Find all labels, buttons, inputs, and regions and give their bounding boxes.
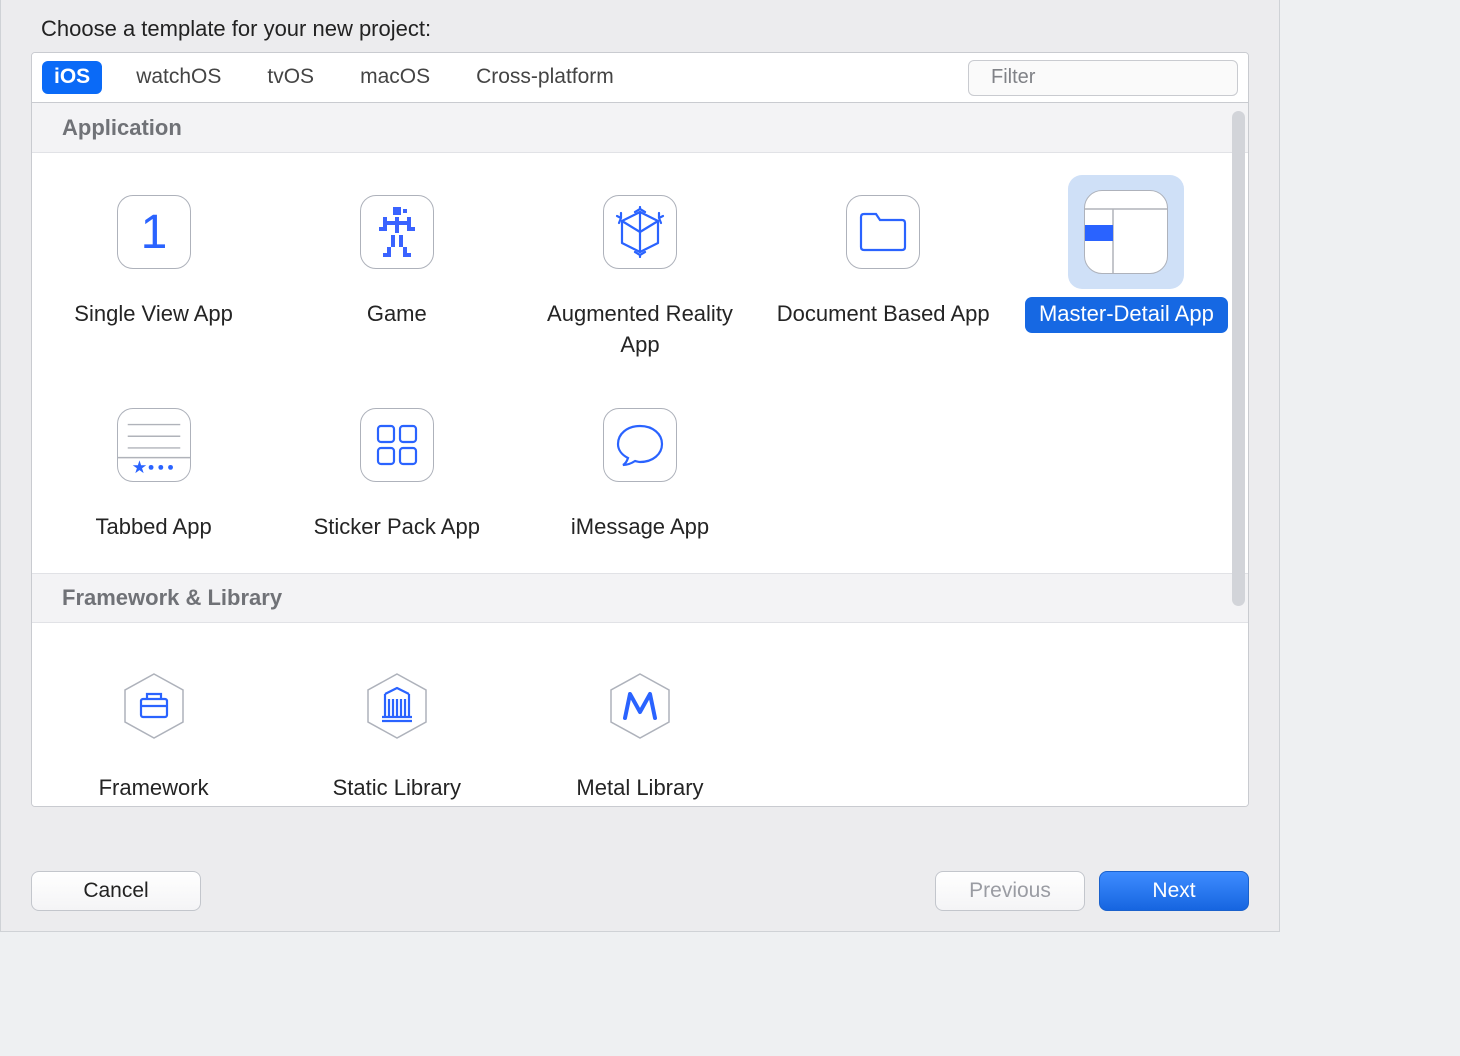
imessage-icon	[614, 422, 666, 468]
template-label: Game	[353, 297, 441, 333]
section-framework: Framework & Library	[32, 573, 1248, 623]
template-label: iMessage App	[557, 510, 723, 546]
scrollbar[interactable]	[1232, 111, 1245, 606]
template-label: Framework	[85, 771, 223, 807]
tab-tvos[interactable]: tvOS	[255, 61, 326, 94]
template-master-detail-app[interactable]: Master-Detail App	[1005, 169, 1248, 364]
template-label: Static Library	[319, 771, 475, 807]
template-label: Document Based App	[763, 297, 1004, 333]
game-icon	[373, 207, 421, 257]
template-single-view-app[interactable]: 1 Single View App	[32, 169, 275, 364]
section-application: Application	[32, 103, 1248, 153]
template-sticker-pack-app[interactable]: Sticker Pack App	[275, 382, 518, 546]
sticker-icon	[374, 422, 420, 468]
filter-field[interactable]	[968, 60, 1238, 96]
dialog-footer: Cancel Previous Next	[1, 851, 1279, 931]
filter-input[interactable]	[989, 65, 1249, 90]
master-detail-icon	[1085, 191, 1168, 274]
template-static-library[interactable]: Static Library	[275, 643, 518, 807]
tab-watchos[interactable]: watchOS	[124, 61, 233, 94]
template-metal-library[interactable]: Metal Library	[518, 643, 761, 807]
tab-macos[interactable]: macOS	[348, 61, 442, 94]
metal-library-icon	[603, 669, 677, 743]
template-label: Single View App	[60, 297, 247, 333]
tab-cross-platform[interactable]: Cross-platform	[464, 61, 626, 94]
application-grid: 1 Single View App	[32, 153, 1248, 573]
template-imessage-app[interactable]: iMessage App	[518, 382, 761, 546]
tabbed-icon: ★	[118, 408, 190, 482]
template-label: Sticker Pack App	[300, 510, 494, 546]
template-tabbed-app[interactable]: ★ Tabbed App	[32, 382, 275, 546]
template-label: Augmented Reality App	[518, 297, 761, 364]
template-sheet: iOS watchOS tvOS macOS Cross-platform Ap…	[31, 52, 1249, 807]
template-label: Tabbed App	[81, 510, 225, 546]
template-label: Master-Detail App	[1025, 297, 1228, 333]
single-view-icon: 1	[134, 208, 174, 256]
dialog-title: Choose a template for your new project:	[1, 0, 1279, 52]
tab-ios[interactable]: iOS	[42, 61, 102, 94]
template-label: Metal Library	[562, 771, 717, 807]
template-augmented-reality-app[interactable]: Augmented Reality App	[518, 169, 761, 364]
template-framework[interactable]: Framework	[32, 643, 275, 807]
static-library-icon	[360, 669, 434, 743]
template-document-based-app[interactable]: Document Based App	[762, 169, 1005, 364]
template-chooser-window: Choose a template for your new project: …	[0, 0, 1280, 932]
platform-tabs: iOS watchOS tvOS macOS Cross-platform	[32, 53, 1248, 103]
template-game[interactable]: Game	[275, 169, 518, 364]
next-button[interactable]: Next	[1099, 871, 1249, 911]
document-icon	[858, 211, 908, 253]
framework-icon	[117, 669, 191, 743]
previous-button[interactable]: Previous	[935, 871, 1085, 911]
framework-grid: Framework	[32, 623, 1248, 807]
svg-text:1: 1	[140, 208, 167, 256]
svg-text:★: ★	[131, 457, 147, 477]
ar-icon	[614, 206, 666, 258]
cancel-button[interactable]: Cancel	[31, 871, 201, 911]
